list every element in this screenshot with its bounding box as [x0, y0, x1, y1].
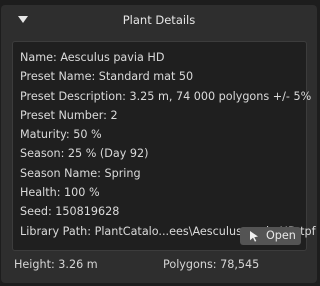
cursor-arrow-icon	[250, 231, 258, 242]
info-preset-number: Preset Number: 2	[20, 108, 118, 122]
info-season-name: Season Name: Spring	[20, 166, 141, 180]
info-maturity: Maturity: 50 %	[20, 128, 102, 142]
panel-title: Plant Details	[122, 13, 196, 27]
plant-info-box: Name: Aesculus pavia HD Preset Name: Sta…	[12, 41, 316, 251]
info-season: Season: 25 % (Day 92)	[20, 147, 149, 161]
plant-details-panel: Plant Details Name: Aesculus pavia HD Pr…	[1, 5, 317, 283]
info-list: Name: Aesculus pavia HD Preset Name: Sta…	[20, 48, 316, 241]
polygons-stat: Polygons: 78,545	[163, 258, 260, 271]
height-stat: Height: 3.26 m	[14, 258, 98, 271]
info-seed: Seed: 150819628	[20, 205, 120, 219]
open-button[interactable]: Open	[240, 227, 301, 245]
info-preset-description: Preset Description: 3.25 m, 74 000 polyg…	[20, 89, 312, 103]
info-health: Health: 100 %	[20, 186, 100, 200]
open-button-label: Open	[266, 229, 296, 242]
info-preset-name: Preset Name: Standard mat 50	[20, 70, 194, 84]
panel-header[interactable]: Plant Details	[1, 5, 317, 35]
info-name: Name: Aesculus pavia HD	[20, 51, 165, 64]
